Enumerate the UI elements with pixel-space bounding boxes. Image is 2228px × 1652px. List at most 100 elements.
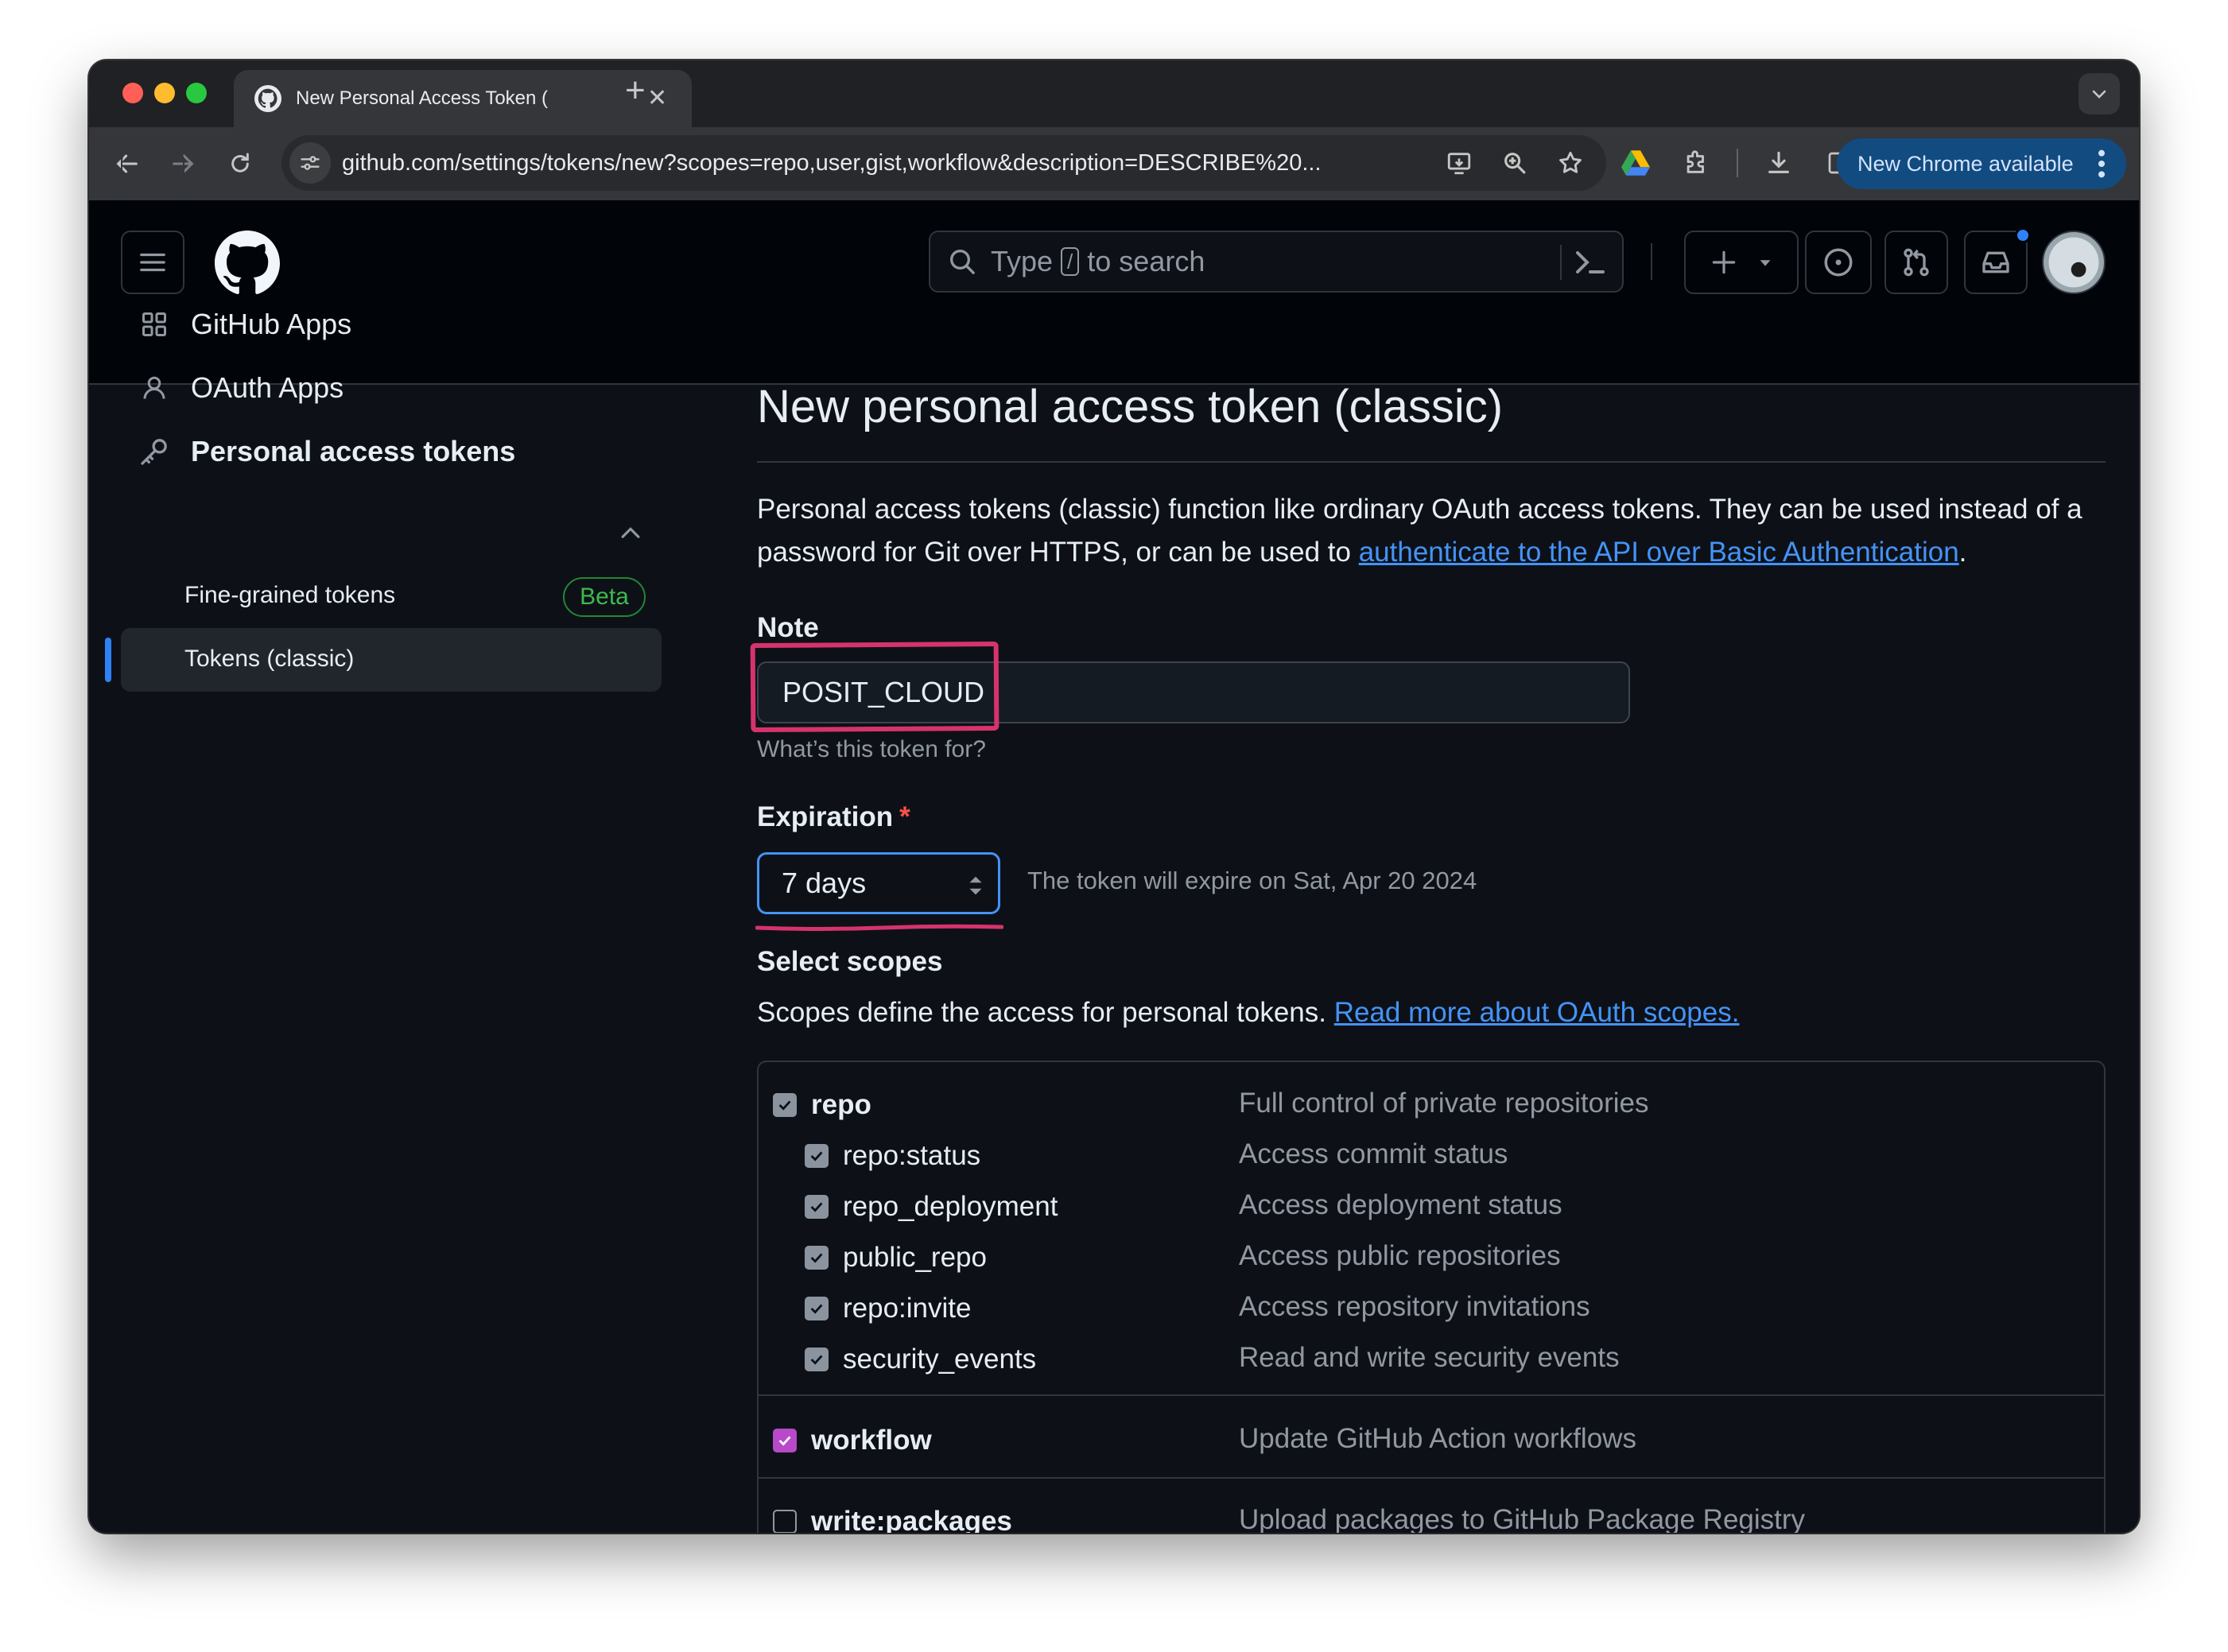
sidebar-item-oauth-apps[interactable]: OAuth Apps — [137, 370, 344, 405]
header-separator — [1651, 243, 1652, 280]
scope-row-repo[interactable]: repo — [773, 1089, 871, 1121]
scope-row-write-packages[interactable]: write:packages — [773, 1506, 1012, 1533]
scope-checkbox[interactable] — [805, 1348, 829, 1371]
basic-auth-link[interactable]: authenticate to the API over Basic Authe… — [1359, 537, 1959, 568]
google-drive-icon[interactable] — [1616, 143, 1655, 183]
sidebar-item-github-apps[interactable]: GitHub Apps — [137, 307, 351, 342]
apps-grid-icon — [137, 307, 172, 342]
scope-divider — [759, 1394, 2104, 1396]
scope-name: repo_deployment — [843, 1191, 1058, 1222]
search-icon — [950, 250, 975, 274]
expiration-label-text: Expiration — [757, 801, 894, 832]
address-bar[interactable]: github.com/settings/tokens/new?scopes=re… — [281, 135, 1606, 191]
downloads-icon[interactable] — [1759, 143, 1799, 183]
scope-checkbox[interactable] — [773, 1429, 797, 1452]
scope-name: workflow — [811, 1425, 932, 1456]
tab-close-icon[interactable]: ✕ — [647, 87, 667, 111]
extensions-icon[interactable] — [1676, 143, 1716, 183]
expiration-label: Expiration * — [757, 801, 910, 833]
scope-checkbox[interactable] — [773, 1510, 797, 1533]
page-title: New personal access token (classic) — [757, 381, 1504, 432]
scope-name: repo:status — [843, 1140, 981, 1171]
scope-description: Update GitHub Action workflows — [1239, 1423, 1636, 1454]
scope-checkbox[interactable] — [805, 1144, 829, 1168]
browser-tab[interactable]: New Personal Access Token ( ✕ — [234, 70, 692, 127]
scope-description: Access repository invitations — [1239, 1291, 1590, 1322]
sidebar-item-personal-access-tokens[interactable]: Personal access tokens — [137, 434, 515, 469]
scope-name: public_repo — [843, 1242, 987, 1273]
scope-divider — [759, 1477, 2104, 1479]
command-palette-icon[interactable] — [1571, 243, 1609, 281]
checkmark-icon — [810, 1355, 823, 1365]
chevron-down-icon — [2092, 90, 2106, 99]
minimize-window-button[interactable] — [154, 83, 175, 103]
new-tab-icon[interactable]: + — [625, 73, 646, 108]
tab-search-button[interactable] — [2079, 73, 2120, 114]
site-settings-icon[interactable] — [289, 142, 331, 184]
scope-row-public-repo[interactable]: public_repo — [805, 1242, 987, 1274]
scope-checkbox[interactable] — [805, 1195, 829, 1219]
search-divider — [1560, 245, 1562, 280]
select-scopes-heading: Select scopes — [757, 946, 943, 977]
scope-row-repo-status[interactable]: repo:status — [805, 1140, 980, 1172]
new-chrome-available-button[interactable]: New Chrome available — [1837, 138, 2126, 189]
nav-menu-button[interactable] — [121, 231, 184, 294]
key-icon — [137, 434, 172, 469]
intro-paragraph: Personal access tokens (classic) functio… — [757, 488, 2113, 574]
scope-checkbox[interactable] — [773, 1093, 797, 1117]
browser-window: New Personal Access Token ( ✕ + github.c… — [89, 60, 2139, 1533]
scope-row-security-events[interactable]: security_events — [805, 1344, 1036, 1375]
close-window-button[interactable] — [122, 83, 143, 103]
search-shortcut-key: / — [1061, 247, 1080, 276]
sidebar-label: Personal access tokens — [191, 435, 516, 467]
scope-description: Read and write security events — [1239, 1342, 1620, 1373]
create-new-button[interactable] — [1684, 231, 1799, 294]
notification-dot — [2015, 227, 2031, 243]
git-pull-request-icon — [1904, 248, 1929, 277]
scope-name: write:packages — [811, 1506, 1012, 1533]
reload-icon[interactable] — [221, 145, 259, 183]
scope-description: Full control of private repositories — [1239, 1088, 1649, 1119]
triangle-down-icon — [1760, 260, 1771, 266]
browser-toolbar: github.com/settings/tokens/new?scopes=re… — [89, 127, 2139, 200]
inbox-icon — [1982, 251, 2009, 273]
checkmark-icon — [778, 1100, 791, 1111]
expiration-select[interactable]: 7 days — [757, 852, 1000, 914]
hamburger-icon — [140, 253, 165, 272]
checkmark-icon — [810, 1151, 823, 1161]
install-app-icon[interactable] — [1441, 145, 1477, 181]
search-suffix: to search — [1087, 245, 1205, 277]
scope-row-repo-invite[interactable]: repo:invite — [805, 1293, 971, 1324]
scope-name: repo:invite — [843, 1293, 972, 1324]
bookmark-star-icon[interactable] — [1552, 145, 1589, 181]
scope-checkbox[interactable] — [805, 1297, 829, 1320]
scopes-description: Scopes define the access for personal to… — [757, 997, 1739, 1029]
checkmark-icon — [810, 1202, 823, 1212]
github-favicon-icon — [254, 85, 281, 112]
chevron-up-icon[interactable] — [617, 520, 644, 547]
title-divider — [757, 461, 2106, 463]
scope-description: Access deployment status — [1239, 1189, 1562, 1220]
oauth-scopes-link[interactable]: Read more about OAuth scopes. — [1334, 997, 1740, 1028]
search-input[interactable]: Type / to search — [929, 231, 1624, 293]
update-label: New Chrome available — [1857, 151, 2074, 176]
active-indicator — [105, 638, 111, 682]
sidebar-item-fine-grained-tokens[interactable]: Fine-grained tokens — [184, 582, 395, 609]
scope-row-workflow[interactable]: workflow — [773, 1425, 932, 1456]
user-avatar[interactable] — [2042, 231, 2106, 294]
issues-button[interactable] — [1805, 231, 1872, 294]
scope-row-repo-deployment[interactable]: repo_deployment — [805, 1191, 1058, 1223]
search-wrapper — [929, 291, 1624, 353]
scope-name: security_events — [843, 1344, 1037, 1375]
maximize-window-button[interactable] — [186, 83, 207, 103]
checkmark-icon — [810, 1304, 823, 1314]
pull-requests-button[interactable] — [1884, 231, 1948, 294]
github-mark-icon[interactable] — [215, 231, 280, 296]
scope-checkbox[interactable] — [805, 1246, 829, 1270]
scopes-desc-text: Scopes define the access for personal to… — [757, 997, 1326, 1028]
beta-badge: Beta — [563, 577, 646, 617]
zoom-icon[interactable] — [1496, 145, 1533, 181]
github-top-bar: Type / to search — [89, 200, 2139, 385]
note-highlight-annotation — [750, 641, 999, 733]
sidebar-item-tokens-classic-label: Tokens (classic) — [184, 646, 355, 672]
